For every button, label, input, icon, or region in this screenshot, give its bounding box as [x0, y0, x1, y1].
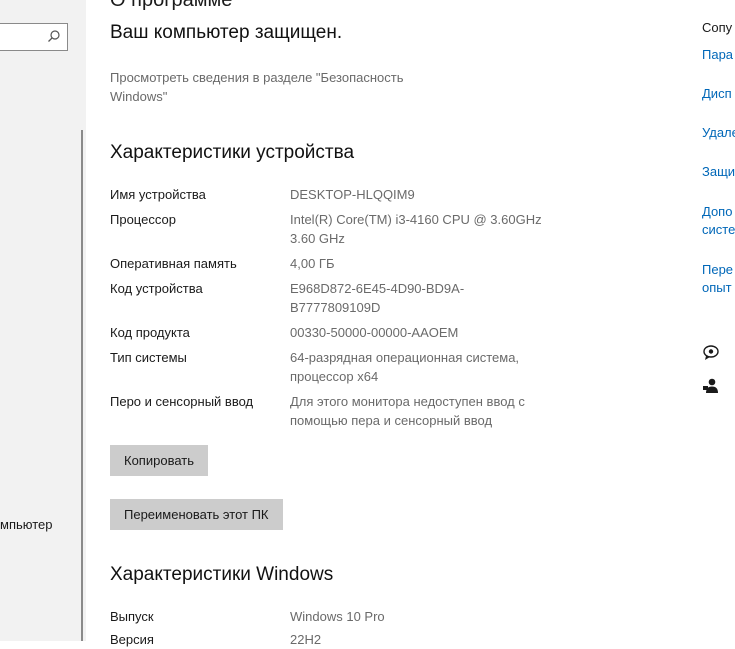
nav-scrollbar[interactable] [81, 130, 83, 641]
related-link-rename[interactable]: Пере [702, 260, 733, 279]
device-specs-heading: Характеристики устройства [110, 142, 355, 163]
related-link-remote[interactable]: Удале [702, 123, 735, 142]
spec-label: Код устройства [110, 281, 203, 296]
related-link-rename-line2[interactable]: опыт [702, 278, 732, 297]
security-status-title: Ваш компьютер защищен. [110, 22, 343, 43]
spec-value: E968D872-6E45-4D90-BD9A-B7777809109D [290, 281, 465, 315]
spec-value: 4,00 ГБ [290, 256, 335, 271]
spec-label: Тип системы [110, 350, 187, 365]
spec-value: Windows 10 Pro [290, 609, 385, 624]
spec-label: Перо и сенсорный ввод [110, 394, 254, 409]
spec-value: Для этого монитора недоступен ввод с пом… [290, 394, 525, 428]
feedback-person-icon[interactable] [702, 377, 720, 400]
spec-value: 00330-50000-00000-AAOEM [290, 325, 459, 340]
security-details-link[interactable]: Просмотреть сведения в разделе "Безопасн… [110, 68, 440, 106]
spec-value: DESKTOP-HLQQIM9 [290, 187, 415, 202]
related-settings-panel: Сопу Пара Дисп Удале Защи Допо систе Пер… [702, 0, 735, 641]
search-icon[interactable] [47, 29, 61, 48]
related-link-protection[interactable]: Защи [702, 162, 735, 181]
spec-label: Код продукта [110, 325, 190, 340]
spec-label: Процессор [110, 212, 176, 227]
spec-label: Выпуск [110, 609, 154, 624]
left-nav-panel: мпьютер [0, 0, 86, 641]
nav-item-partial-label[interactable]: мпьютер [0, 517, 52, 532]
spec-label: Версия [110, 632, 154, 647]
settings-search-box[interactable] [0, 23, 68, 51]
help-chat-icon[interactable] [702, 344, 720, 367]
page-title-partial: О программе [110, 0, 233, 11]
spec-label: Оперативная память [110, 256, 237, 271]
spec-value: 22H2 [290, 632, 322, 647]
related-link-settings[interactable]: Пара [702, 45, 733, 64]
windows-specs-heading: Характеристики Windows [110, 564, 334, 585]
related-link-advanced-line2[interactable]: систе [702, 220, 735, 239]
related-settings-heading: Сопу [702, 20, 733, 35]
copy-button[interactable]: Копировать [110, 445, 208, 476]
spec-value: 64-разрядная операционная система, проце… [290, 350, 520, 384]
related-link-display[interactable]: Дисп [702, 84, 732, 103]
related-link-advanced[interactable]: Допо [702, 202, 732, 221]
spec-label: Имя устройства [110, 187, 206, 202]
spec-value: Intel(R) Core(TM) i3-4160 CPU @ 3.60GHz … [290, 212, 542, 246]
rename-pc-button[interactable]: Переименовать этот ПК [110, 499, 283, 530]
